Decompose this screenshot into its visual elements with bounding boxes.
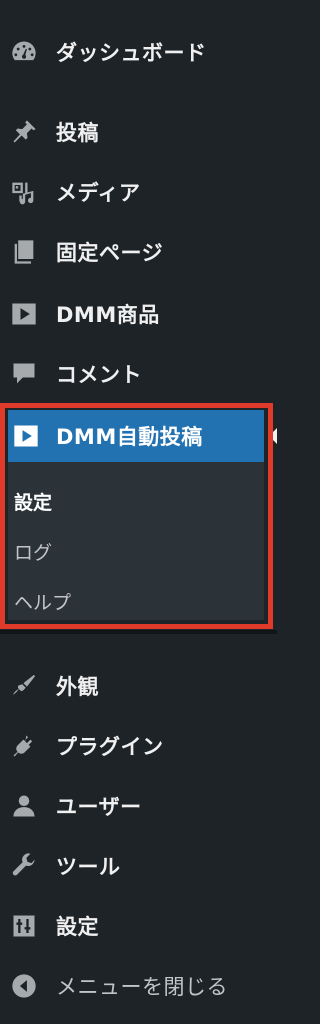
menu-item-plugins[interactable]: プラグイン bbox=[0, 720, 277, 772]
menu-item-label: ツール bbox=[56, 855, 121, 879]
menu-item-tools[interactable]: ツール bbox=[0, 840, 277, 892]
menu-item-label: メディア bbox=[56, 181, 141, 205]
collapse-menu-button[interactable]: メニューを閉じる bbox=[0, 960, 277, 1012]
menu-item-settings[interactable]: 設定 bbox=[0, 900, 277, 952]
user-icon bbox=[8, 790, 40, 822]
menu-item-label: DMM商品 bbox=[56, 303, 160, 327]
menu-item-label: ユーザー bbox=[56, 795, 142, 819]
settings-icon bbox=[8, 910, 40, 942]
menu-item-label: DMM自動投稿 bbox=[56, 425, 203, 449]
pin-icon bbox=[8, 116, 40, 148]
menu-item-label: 外観 bbox=[56, 675, 99, 699]
submenu-dmm-auto-post: 設定 ログ ヘルプ bbox=[8, 462, 264, 620]
menu-item-users[interactable]: ユーザー bbox=[0, 780, 277, 832]
plug-icon bbox=[8, 730, 40, 762]
menu-item-comments[interactable]: コメント bbox=[0, 348, 277, 400]
menu-item-label: 設定 bbox=[56, 915, 99, 939]
menu-item-dmm-products[interactable]: DMM商品 bbox=[0, 288, 277, 340]
menu-item-label: 投稿 bbox=[56, 121, 99, 145]
menu-item-media[interactable]: メディア bbox=[0, 166, 277, 218]
admin-sidebar-menu: ダッシュボード 投稿 メディア 固定ページ DMM商品 コメント DMM自動投稿… bbox=[0, 0, 277, 1024]
wrench-icon bbox=[8, 850, 40, 882]
play-icon bbox=[10, 420, 42, 452]
menu-item-dmm-auto-post[interactable]: DMM自動投稿 bbox=[8, 410, 277, 462]
menu-item-pages[interactable]: 固定ページ bbox=[0, 226, 277, 278]
page-icon bbox=[8, 236, 40, 268]
collapse-icon bbox=[8, 970, 40, 1002]
submenu-item-settings[interactable]: 設定 bbox=[14, 488, 52, 515]
media-icon bbox=[8, 176, 40, 208]
menu-item-appearance[interactable]: 外観 bbox=[0, 660, 277, 712]
menu-item-posts[interactable]: 投稿 bbox=[0, 106, 277, 158]
menu-separator bbox=[0, 630, 277, 634]
menu-item-dashboard[interactable]: ダッシュボード bbox=[0, 26, 277, 78]
comment-icon bbox=[8, 358, 40, 390]
submenu-item-help[interactable]: ヘルプ bbox=[14, 588, 71, 615]
menu-item-label: プラグイン bbox=[56, 735, 164, 759]
dashboard-icon bbox=[8, 36, 40, 68]
brush-icon bbox=[8, 670, 40, 702]
collapse-menu-label: メニューを閉じる bbox=[56, 975, 228, 999]
menu-item-label: ダッシュボード bbox=[56, 41, 207, 65]
menu-item-label: 固定ページ bbox=[56, 241, 164, 265]
play-icon bbox=[8, 298, 40, 330]
submenu-item-log[interactable]: ログ bbox=[14, 538, 52, 565]
menu-item-label: コメント bbox=[56, 363, 142, 387]
current-caret bbox=[269, 428, 277, 444]
